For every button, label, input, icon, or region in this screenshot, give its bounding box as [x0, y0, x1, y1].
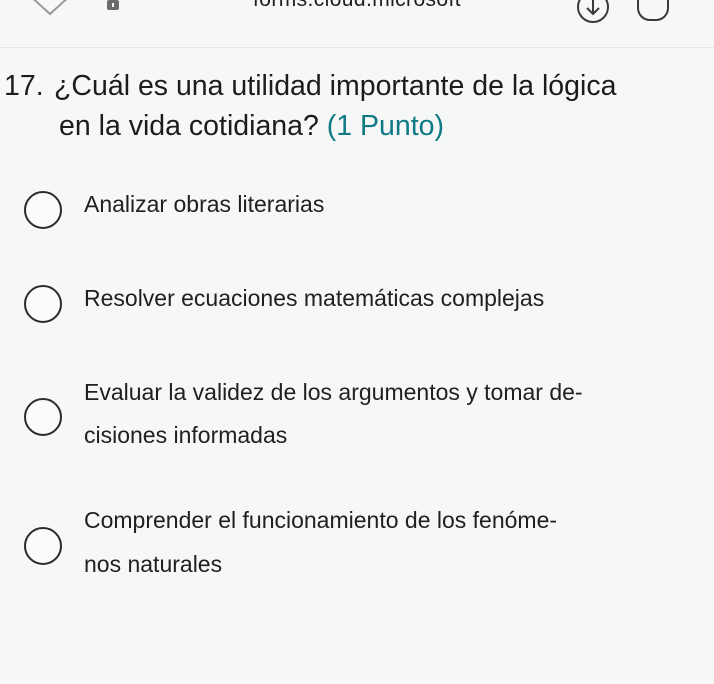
tab-count-icon[interactable]: [632, 0, 674, 28]
option-label-line1: Comprender el funcionamiento de los fenó…: [84, 507, 558, 533]
option-label-line2: nos naturales: [84, 551, 223, 577]
radio-button[interactable]: [24, 398, 62, 436]
question-text-line2: en la vida cotidiana?: [59, 110, 319, 142]
download-icon[interactable]: [572, 0, 614, 28]
option-label-line1: Evaluar la validez de los argumentos y t…: [84, 379, 583, 405]
option-comprender-fenomenos[interactable]: Comprender el funcionamiento de los fenó…: [0, 500, 714, 590]
option-evaluar-validez[interactable]: Evaluar la validez de los argumentos y t…: [0, 372, 714, 462]
question-points: (1 Punto): [326, 110, 445, 142]
option-resolver-ecuaciones[interactable]: Resolver ecuaciones matemáticas compleja…: [0, 278, 714, 326]
option-analizar-obras[interactable]: Analizar obras literarias: [0, 184, 714, 232]
radio-button[interactable]: [24, 191, 62, 229]
browser-address-bar: forms.cloud.microsoft: [0, 0, 714, 48]
option-label-line2: cisiones informadas: [84, 422, 288, 448]
question-text-line1: ¿Cuál es una utilidad importante de la l…: [54, 70, 617, 102]
radio-button[interactable]: [24, 285, 62, 323]
radio-button[interactable]: [24, 527, 62, 565]
question-number: 17.: [4, 70, 44, 102]
option-label: Analizar obras literarias: [84, 191, 325, 217]
question-title: 17. ¿Cuál es una utilidad importante de l…: [4, 66, 704, 146]
option-label: Resolver ecuaciones matemáticas compleja…: [84, 285, 545, 311]
